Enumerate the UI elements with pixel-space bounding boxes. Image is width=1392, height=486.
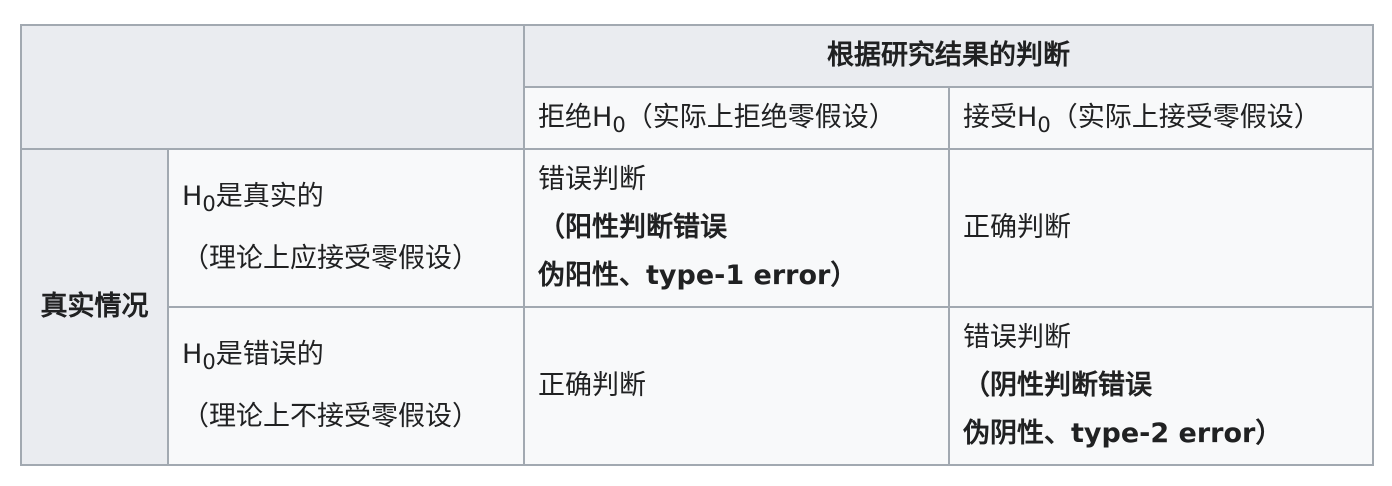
row-label-h0-false: H0是错误的 （理论上不接受零假设） [167,306,525,466]
corner-empty-cell [20,24,525,150]
row-label-h0-true: H0是真实的 （理论上应接受零假设） [167,148,525,308]
cell-type2-error: 错误判断 （阴性判断错误 伪阴性、type-2 error） [948,306,1374,466]
hypothesis-test-table: 根据研究结果的判断 拒绝H0（实际上拒绝零假设） 接受H0（实际上接受零假设） … [20,24,1374,466]
column-header-reject: 拒绝H0（实际上拒绝零假设） [523,86,950,150]
header-judgment-group: 根据研究结果的判断 [523,24,1374,88]
row-group-true-situation: 真实情况 [20,148,169,466]
cell-correct-reject: 正确判断 [523,306,950,466]
cell-type1-error: 错误判断 （阳性判断错误 伪阳性、type-1 error） [523,148,950,308]
column-header-accept: 接受H0（实际上接受零假设） [948,86,1374,150]
cell-correct-accept: 正确判断 [948,148,1374,308]
